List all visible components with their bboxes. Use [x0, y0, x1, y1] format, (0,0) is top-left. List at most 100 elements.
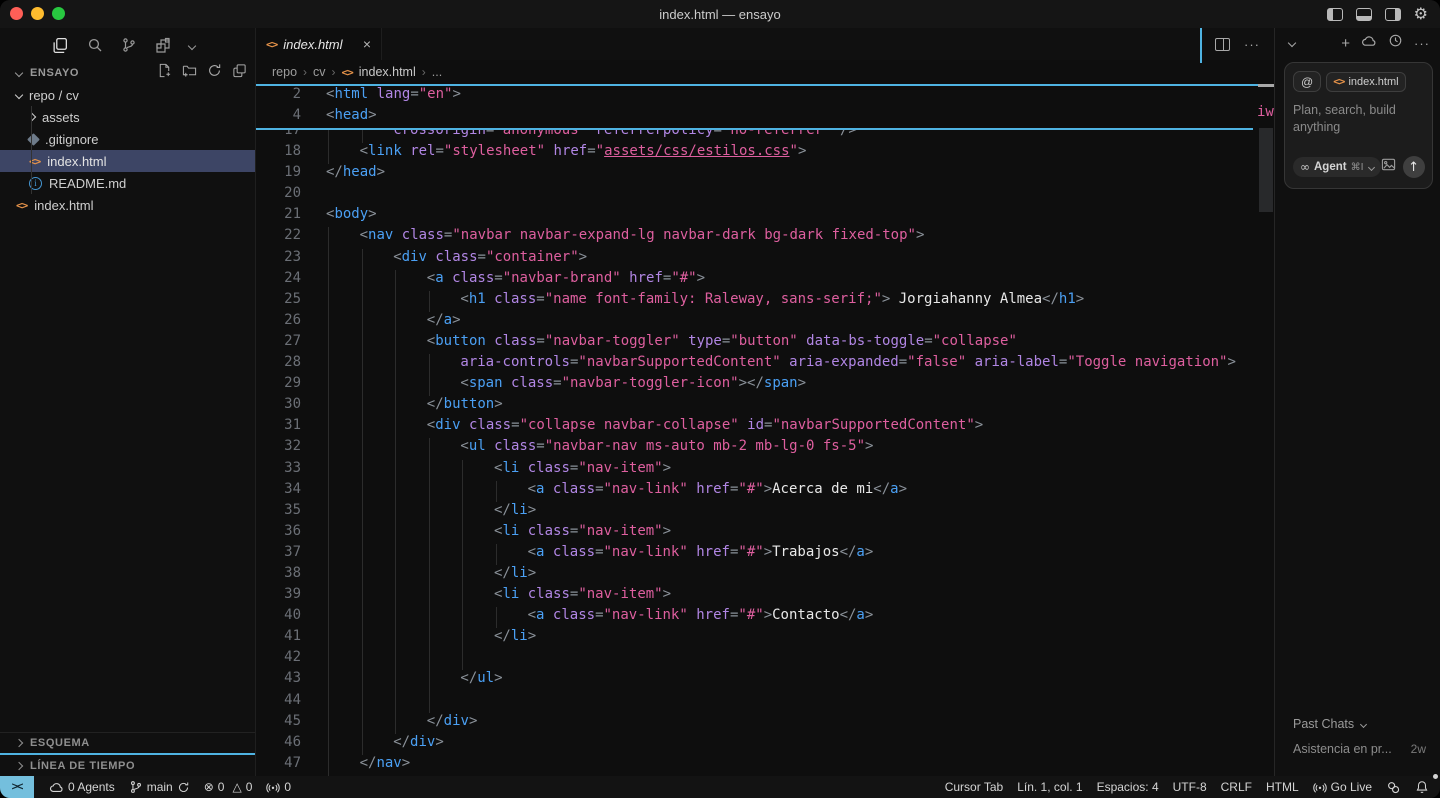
code-token: ": [596, 143, 604, 159]
code-line-34[interactable]: 34<a class="nav-link" href="#">Acerca de…: [256, 481, 1274, 502]
ports-status[interactable]: 0: [259, 776, 298, 798]
breadcrumb-cv[interactable]: cv: [313, 65, 326, 79]
explorer-icon[interactable]: [52, 37, 69, 54]
code-line-25[interactable]: 25<h1 class="name font-family: Raleway, …: [256, 291, 1274, 312]
code-line-40[interactable]: 40<a class="nav-link" href="#">Contacto<…: [256, 607, 1274, 628]
new-file-icon[interactable]: [157, 63, 172, 83]
code-line-30[interactable]: 30</button>: [256, 396, 1274, 417]
new-chat-icon[interactable]: +: [1341, 36, 1350, 51]
breadcrumb-file[interactable]: index.html: [359, 65, 416, 79]
cloud-icon[interactable]: [1361, 33, 1377, 54]
code-line-36[interactable]: 36<li class="nav-item">: [256, 523, 1274, 544]
code-line-2[interactable]: 2<html lang="en">: [256, 86, 1253, 107]
cursor-position-status[interactable]: Lín. 1, col. 1: [1010, 776, 1089, 798]
tree-item-assets[interactable]: assets: [0, 106, 255, 128]
notifications-status[interactable]: [1408, 776, 1436, 798]
toggle-primary-sidebar-icon[interactable]: [1327, 8, 1343, 21]
code-line-43[interactable]: 43</ul>: [256, 670, 1274, 691]
chat-input-placeholder[interactable]: Plan, search, build anything: [1293, 102, 1424, 136]
code-line-27[interactable]: 27<button class="navbar-toggler" type="b…: [256, 333, 1274, 354]
extensions-icon[interactable]: [155, 37, 171, 53]
code-line-45[interactable]: 45</div>: [256, 713, 1274, 734]
past-chats-header[interactable]: Past Chats: [1293, 717, 1426, 731]
split-editor-icon[interactable]: [1215, 38, 1230, 51]
code-line-28[interactable]: 28aria-controls="navbarSupportedContent"…: [256, 354, 1274, 375]
breadcrumb-repo[interactable]: repo: [272, 65, 297, 79]
code-line-39[interactable]: 39<li class="nav-item">: [256, 586, 1274, 607]
code-line-33[interactable]: 33<li class="nav-item">: [256, 460, 1274, 481]
code-line-4[interactable]: 4<head>: [256, 107, 1253, 128]
tree-item-readme-md[interactable]: iREADME.md: [0, 172, 255, 194]
new-folder-icon[interactable]: [182, 63, 197, 83]
agent-mode-selector[interactable]: ∞ Agent ⌘I: [1293, 157, 1381, 177]
code-line-41[interactable]: 41</li>: [256, 628, 1274, 649]
code-token: [545, 143, 553, 159]
code-line-32[interactable]: 32<ul class="navbar-nav ms-auto mb-2 mb-…: [256, 438, 1274, 459]
code-line-26[interactable]: 26</a>: [256, 312, 1274, 333]
tab-index-html[interactable]: <> index.html ×: [256, 28, 382, 60]
code-token: "#": [738, 544, 763, 560]
chat-input-card[interactable]: @ <> index.html Plan, search, build anyt…: [1284, 62, 1433, 189]
tree-item-index-html[interactable]: <>index.html: [0, 194, 255, 216]
agents-status[interactable]: 0 Agents: [42, 776, 122, 798]
views-chevron-icon[interactable]: [189, 36, 195, 54]
go-live-status[interactable]: Go Live: [1306, 776, 1379, 798]
editor-more-actions-icon[interactable]: ···: [1244, 37, 1260, 52]
source-control-icon[interactable]: [121, 37, 137, 53]
tree-item-index-html[interactable]: <>index.html: [0, 150, 255, 172]
code-line-46[interactable]: 46</div>: [256, 734, 1274, 755]
code-token: "#": [738, 607, 763, 623]
sticky-scroll[interactable]: 2<html lang="en">4<head>: [256, 86, 1253, 130]
code-line-24[interactable]: 24<a class="navbar-brand" href="#">: [256, 270, 1274, 291]
remote-indicator[interactable]: ><: [0, 776, 34, 798]
code-line-38[interactable]: 38</li>: [256, 565, 1274, 586]
indentation-status[interactable]: Espacios: 4: [1090, 776, 1166, 798]
problems-status[interactable]: ⊗ 0 △ 0: [197, 776, 260, 798]
code-line-22[interactable]: 22<nav class="navbar navbar-expand-lg na…: [256, 227, 1274, 248]
encoding-status[interactable]: UTF-8: [1166, 776, 1214, 798]
code-token: </: [494, 565, 511, 581]
breadcrumb-symbol[interactable]: ...: [432, 65, 442, 79]
accounts-status[interactable]: [1379, 776, 1408, 798]
code-line-29[interactable]: 29<span class="navbar-toggler-icon"></sp…: [256, 375, 1274, 396]
code-line-31[interactable]: 31<div class="collapse navbar-collapse" …: [256, 417, 1274, 438]
code-line-23[interactable]: 23<div class="container">: [256, 249, 1274, 270]
context-file-chip[interactable]: <> index.html: [1326, 72, 1405, 92]
git-branch-status[interactable]: main: [122, 776, 197, 798]
breadcrumb[interactable]: repo › cv › <> index.html › ...: [256, 60, 1274, 84]
add-context-chip[interactable]: @: [1293, 71, 1321, 92]
code-line-21[interactable]: 21<body>: [256, 206, 1274, 227]
collapse-folders-icon[interactable]: [232, 63, 247, 83]
code-line-44[interactable]: 44: [256, 692, 1274, 713]
close-tab-icon[interactable]: ×: [363, 37, 371, 51]
chat-more-actions-icon[interactable]: ···: [1414, 36, 1430, 51]
code-line-19[interactable]: 19</head>: [256, 164, 1274, 185]
send-button[interactable]: ↑: [1403, 156, 1425, 178]
timeline-section[interactable]: LÍNEA DE TIEMPO: [0, 755, 255, 776]
tree-item--gitignore[interactable]: .gitignore: [0, 128, 255, 150]
chat-history-icon[interactable]: [1388, 33, 1403, 53]
code-editor[interactable]: 17crossorigin="anonymous" referrerpolicy…: [256, 84, 1274, 776]
tree-item-repo-cv[interactable]: repo / cv: [0, 84, 255, 106]
code-line-42[interactable]: 42: [256, 649, 1274, 670]
eol-status[interactable]: CRLF: [1214, 776, 1259, 798]
toggle-panel-icon[interactable]: [1356, 8, 1372, 21]
chat-history-item[interactable]: Asistencia en pr... 2w: [1293, 742, 1426, 756]
code-token: [621, 270, 629, 286]
code-line-47[interactable]: 47</nav>: [256, 755, 1274, 776]
code-line-20[interactable]: 20: [256, 185, 1274, 206]
search-icon[interactable]: [87, 37, 103, 53]
settings-gear-icon[interactable]: ⚙: [1414, 6, 1428, 22]
cursor-tab-status[interactable]: Cursor Tab: [938, 776, 1010, 798]
chat-collapse-chevron-icon[interactable]: [1288, 39, 1296, 47]
attach-image-icon[interactable]: [1381, 157, 1396, 177]
code-line-18[interactable]: 18<link rel="stylesheet" href="assets/cs…: [256, 143, 1274, 164]
vertical-scrollbar[interactable]: [1259, 128, 1273, 212]
toggle-secondary-sidebar-icon[interactable]: [1385, 8, 1401, 21]
code-line-35[interactable]: 35</li>: [256, 502, 1274, 523]
outline-section[interactable]: ESQUEMA: [0, 732, 255, 753]
refresh-icon[interactable]: [207, 63, 222, 83]
language-mode-status[interactable]: HTML: [1259, 776, 1306, 798]
explorer-section-header[interactable]: ENSAYO: [0, 62, 255, 84]
code-line-37[interactable]: 37<a class="nav-link" href="#">Trabajos<…: [256, 544, 1274, 565]
